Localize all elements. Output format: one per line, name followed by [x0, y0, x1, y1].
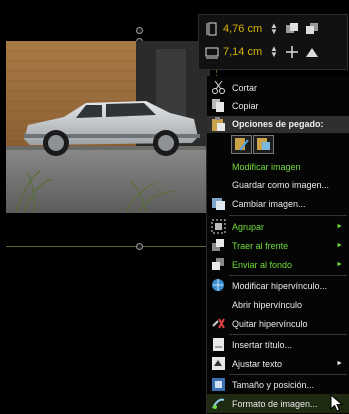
change-image-icon	[212, 198, 225, 210]
menu-item-edit-hyperlink[interactable]: Modificar hipervínculo...	[207, 276, 349, 295]
scissors-icon	[212, 80, 225, 94]
selected-image[interactable]	[6, 41, 210, 213]
menu-item-size-position[interactable]: Tamaño y posición...	[207, 375, 349, 394]
paste-options-label: Opciones de pegado:	[232, 119, 324, 129]
menu-item-open-hyperlink[interactable]: Abrir hipervínculo	[207, 295, 349, 314]
submenu-arrow-icon: ►	[336, 261, 343, 268]
format-image-icon	[212, 398, 225, 409]
menu-item-save-as-image[interactable]: Guardar como imagen...	[207, 175, 349, 194]
bring-to-front-icon	[212, 239, 224, 251]
selection-bottom-border	[6, 246, 206, 247]
paste-keep-format-icon	[235, 138, 249, 151]
menu-item-bring-to-front[interactable]: Traer al frente ►	[207, 236, 349, 255]
rotate-handle[interactable]	[136, 27, 143, 34]
paste-icon	[212, 117, 225, 131]
menu-label-edit-hyperlink: Modificar hipervínculo...	[232, 280, 328, 291]
menu-label-size-position: Tamaño y posición...	[232, 379, 315, 390]
menu-label-change-image: Cambiar imagen...	[232, 198, 306, 209]
caption-icon	[213, 338, 224, 351]
menu-item-cut[interactable]: Cortar	[207, 78, 349, 97]
menu-separator	[229, 215, 347, 216]
menu-item-insert-caption[interactable]: Insertar título...	[207, 335, 349, 354]
width-icon	[205, 47, 219, 59]
menu-label-insert-caption: Insertar título...	[232, 339, 293, 350]
submenu-arrow-icon: ►	[336, 223, 343, 230]
paste-option-image[interactable]	[253, 135, 274, 154]
crop-icon[interactable]	[305, 45, 319, 59]
hyperlink-globe-icon	[212, 279, 224, 291]
menu-item-edit-image[interactable]: Modificar imagen	[207, 157, 349, 176]
menu-item-group[interactable]: Agrupar ►	[207, 217, 349, 236]
remove-hyperlink-icon	[212, 318, 225, 329]
menu-item-send-to-back[interactable]: Enviar al fondo ►	[207, 255, 349, 274]
menu-item-format-image[interactable]: Formato de imagen...	[207, 394, 349, 413]
menu-label-cut: Cortar	[232, 82, 258, 93]
height-spinner[interactable]: ▲ ▼	[269, 22, 279, 36]
height-icon	[206, 22, 217, 36]
menu-label-group: Agrupar	[232, 221, 265, 232]
group-icon	[211, 219, 226, 234]
mouse-cursor-icon	[330, 394, 344, 412]
wrap-text-icon	[212, 357, 225, 370]
send-to-back-icon	[212, 258, 224, 270]
menu-label-format-image: Formato de imagen...	[232, 398, 318, 409]
menu-label-bring-to-front: Traer al frente	[232, 240, 289, 251]
menu-label-edit-image: Modificar imagen	[232, 161, 301, 172]
bring-forward-icon[interactable]	[285, 22, 299, 36]
menu-item-copy[interactable]: Copiar	[207, 96, 349, 115]
submenu-arrow-icon: ►	[336, 242, 343, 249]
menu-label-send-to-back: Enviar al fondo	[232, 259, 293, 270]
menu-item-remove-hyperlink[interactable]: Quitar hipervínculo	[207, 314, 349, 333]
send-backward-icon[interactable]	[305, 22, 319, 36]
menu-label-open-hyperlink: Abrir hipervínculo	[232, 299, 303, 310]
copy-icon	[212, 99, 224, 112]
height-field[interactable]: 4,76 cm	[223, 23, 263, 35]
paste-options-header: Opciones de pegado:	[207, 116, 349, 133]
menu-label-wrap-text: Ajustar texto	[232, 358, 283, 369]
menu-label-remove-hyperlink: Quitar hipervínculo	[232, 318, 308, 329]
menu-label-save-as-image: Guardar como imagen...	[232, 179, 330, 190]
size-position-icon	[212, 378, 225, 391]
paste-option-keep-format[interactable]	[231, 135, 252, 154]
width-field[interactable]: 7,14 cm	[223, 46, 263, 58]
context-menu: Cortar Copiar Opciones de pegado: Modifi…	[206, 76, 349, 414]
menu-item-change-image[interactable]: Cambiar imagen...	[207, 194, 349, 213]
menu-item-wrap-text[interactable]: Ajustar texto ►	[207, 354, 349, 373]
paste-image-icon	[257, 138, 270, 150]
align-icon[interactable]	[285, 45, 299, 59]
width-spinner[interactable]: ▲ ▼	[269, 45, 279, 59]
menu-label-copy: Copiar	[232, 100, 259, 111]
submenu-arrow-icon: ►	[336, 360, 343, 367]
resize-handle-bottom[interactable]	[136, 243, 143, 250]
car-photo	[6, 41, 210, 213]
picture-size-toolbar: 4,76 cm ▲ ▼ 7,14 cm ▲ ▼	[198, 14, 348, 70]
